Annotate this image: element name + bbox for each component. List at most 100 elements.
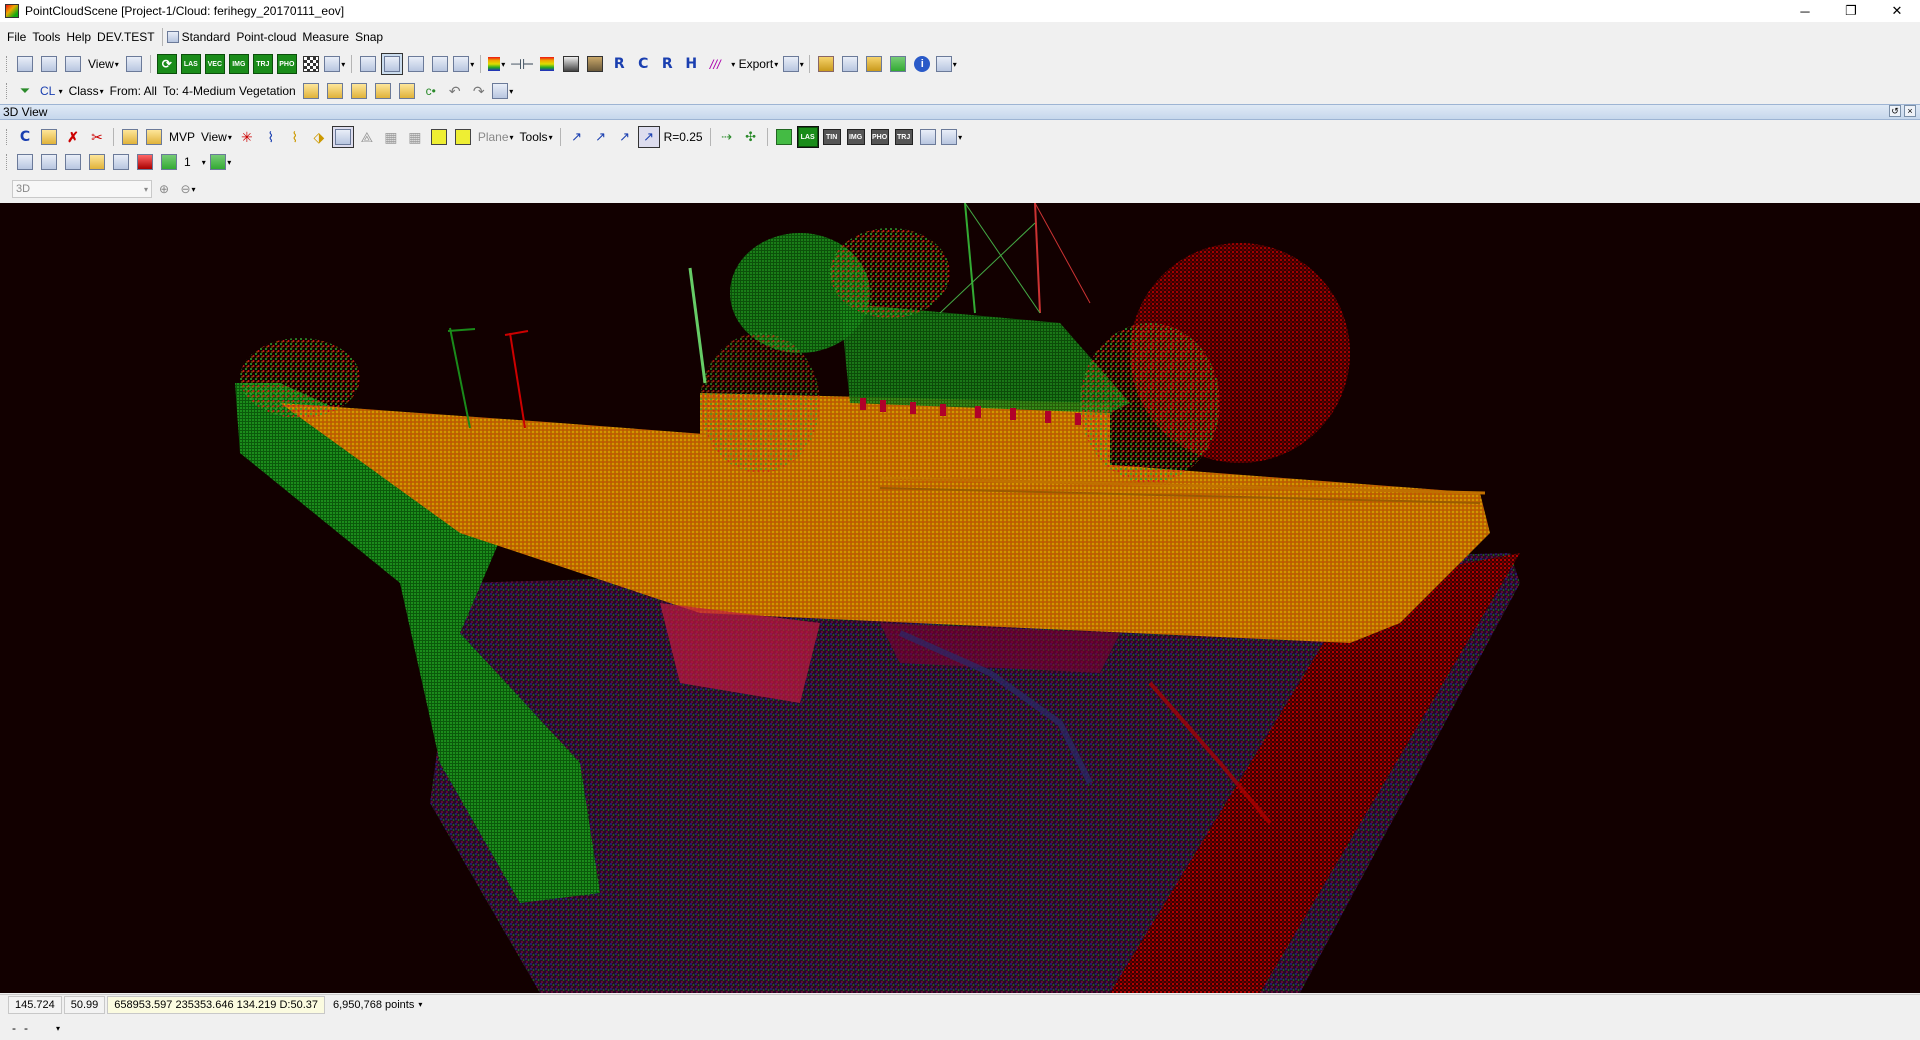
export-image-button[interactable] (62, 151, 84, 173)
point-mode-button[interactable] (428, 126, 450, 148)
info-button[interactable]: i (911, 53, 933, 75)
ruler-button[interactable] (815, 53, 837, 75)
r2-button[interactable]: R (656, 53, 678, 75)
status2-item-1[interactable]: - (12, 1021, 16, 1035)
tilt-button[interactable]: ⬗ (308, 126, 330, 148)
add-layer-button[interactable]: ▾ (210, 151, 232, 173)
area-button[interactable] (887, 53, 909, 75)
intensity-button[interactable] (560, 53, 582, 75)
load-button[interactable] (158, 151, 180, 173)
angle-button[interactable] (863, 53, 885, 75)
section-plane-button[interactable]: ⟁ (356, 126, 378, 148)
classify-above-button[interactable] (348, 80, 370, 102)
dropdown-arrow-icon[interactable]: ▾ (56, 1024, 60, 1033)
pho-view-button[interactable]: PHO (869, 126, 891, 148)
view-dropdown[interactable]: View ▾ (199, 126, 234, 148)
add-view-button[interactable]: ⊕ (153, 178, 175, 200)
save-view-button[interactable] (917, 126, 939, 148)
open-project-button[interactable] (14, 53, 36, 75)
toolbar-grip[interactable] (6, 83, 9, 99)
h-button[interactable]: H (680, 53, 702, 75)
pick2-button[interactable]: ↗ (590, 126, 612, 148)
center-button[interactable]: C (14, 126, 36, 148)
color-layer-button[interactable] (773, 126, 795, 148)
menu-help[interactable]: Help (63, 30, 94, 44)
3d-viewport[interactable] (0, 203, 1920, 993)
close-button[interactable]: ✕ (1874, 0, 1920, 22)
from-class-dropdown[interactable]: From: All (108, 80, 159, 102)
minimize-button[interactable]: ─ (1782, 0, 1828, 22)
toolbar-grip[interactable] (6, 154, 9, 170)
vector-button[interactable] (62, 53, 84, 75)
export-options-button[interactable]: ▾ (782, 53, 804, 75)
redo-button[interactable]: ↷ (468, 80, 490, 102)
radius-pick-button[interactable]: ↗ (637, 126, 660, 148)
radius-field[interactable]: R=0.25 (662, 126, 705, 148)
menu-snap[interactable]: Snap (352, 30, 386, 44)
network-button[interactable] (110, 151, 132, 173)
toggle-active-button[interactable] (380, 53, 403, 75)
tin-view-button[interactable]: TIN (821, 126, 843, 148)
point-count-dropdown[interactable]: 6,950,768 points ▾ (327, 996, 428, 1014)
classify-rectangle-button[interactable] (324, 80, 346, 102)
classify-point-button[interactable]: c• (420, 80, 442, 102)
menu-dev-test[interactable]: DEV.TEST (94, 30, 158, 44)
status2-item-2[interactable]: - (24, 1021, 28, 1035)
plane-tool-active-button[interactable] (331, 126, 354, 148)
menu-measure[interactable]: Measure (299, 30, 352, 44)
plane-dropdown[interactable]: Plane ▾ (476, 126, 516, 148)
point-mode2-button[interactable] (452, 126, 474, 148)
class-dropdown[interactable]: Class ▾ (67, 80, 106, 102)
to-class-dropdown[interactable]: To: 4-Medium Vegetation (161, 80, 298, 102)
mvp-button[interactable]: MVP (167, 126, 197, 148)
toolbar-grip[interactable] (6, 56, 9, 72)
view-menu-button[interactable]: View ▾ (86, 53, 121, 75)
undo-button[interactable]: ↶ (444, 80, 466, 102)
box2-button[interactable] (143, 126, 165, 148)
pick3-button[interactable]: ↗ (614, 126, 636, 148)
c-button[interactable]: C (632, 53, 654, 75)
measure-distance-button[interactable]: ⊣⊢ (510, 53, 534, 75)
cl-dropdown[interactable]: CL ▾ (38, 80, 65, 102)
menu-file[interactable]: File (4, 30, 29, 44)
r-button[interactable]: R (608, 53, 630, 75)
panel-restore-icon[interactable]: ↺ (1889, 105, 1901, 117)
cut-button[interactable]: ✂ (86, 126, 108, 148)
refresh-button[interactable]: ⟳ (156, 53, 178, 75)
hatch2-button[interactable]: ▦ (404, 126, 426, 148)
save-project-button[interactable] (38, 53, 60, 75)
export-menu-button[interactable]: ▾ Export ▾ (728, 53, 780, 75)
height-button[interactable] (839, 53, 861, 75)
menu-standard[interactable]: Standard (179, 30, 234, 44)
trj-button[interactable]: TRJ (252, 53, 274, 75)
profile-button[interactable]: ⌇ (284, 126, 306, 148)
menu-tools[interactable]: Tools (29, 30, 63, 44)
color-scale-button[interactable]: ▾ (486, 53, 508, 75)
las-button[interactable]: LAS (180, 53, 202, 75)
snap-button[interactable]: ⇢ (716, 126, 738, 148)
edit-button[interactable] (38, 126, 60, 148)
panel-close-icon[interactable]: × (1904, 105, 1916, 117)
link-button[interactable] (357, 53, 379, 75)
slope-button[interactable]: /// (704, 53, 726, 75)
view-properties-button[interactable]: ▾ (941, 126, 963, 148)
pick-button[interactable]: ↗ (566, 126, 588, 148)
delete-button[interactable]: ✗ (62, 126, 84, 148)
las-view-button[interactable]: LAS (796, 126, 819, 148)
rgb-button[interactable] (584, 53, 606, 75)
restore-button[interactable]: ❐ (1828, 0, 1874, 22)
classify-below-button[interactable] (372, 80, 394, 102)
img-view-button[interactable]: IMG (845, 126, 867, 148)
measure-options-button[interactable]: ▾ (935, 53, 957, 75)
trj-view-button[interactable]: TRJ (893, 126, 915, 148)
select-button[interactable] (429, 53, 451, 75)
remove-view-button[interactable]: ⊖ ▾ (177, 178, 199, 200)
checker-button[interactable] (300, 53, 322, 75)
view-mode-combo[interactable]: 3D ▾ (12, 180, 152, 198)
light-button[interactable] (86, 151, 108, 173)
pho-button[interactable]: PHO (276, 53, 298, 75)
tools-dropdown[interactable]: Tools ▾ (518, 126, 555, 148)
filter-button[interactable]: ⏷ (14, 80, 36, 102)
pan-button[interactable] (405, 53, 427, 75)
classify-brush-button[interactable] (396, 80, 418, 102)
